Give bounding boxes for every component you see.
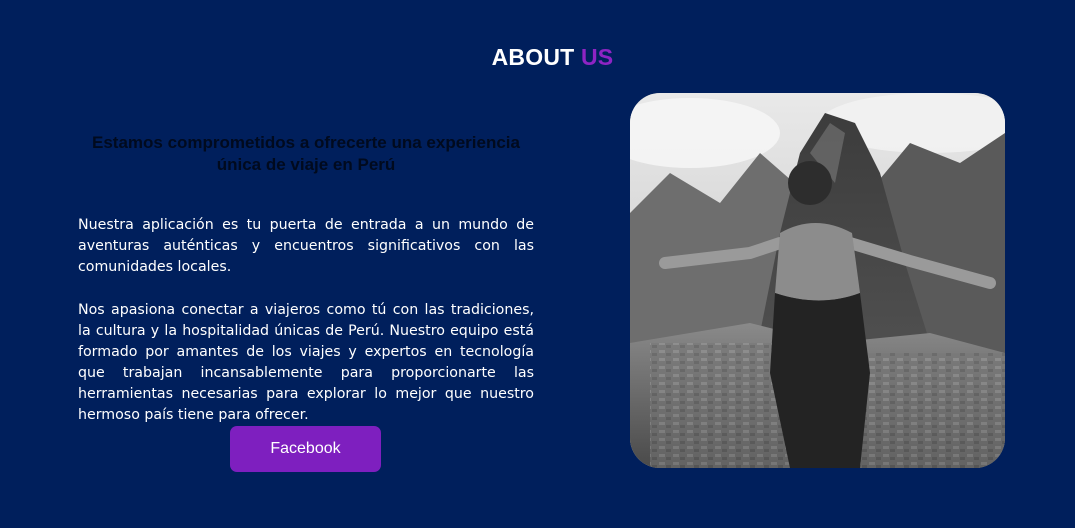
about-paragraph-2: Nos apasiona conectar a viajeros como tú… xyxy=(78,302,534,423)
section-title-accent: US xyxy=(581,44,614,70)
about-subtitle: Estamos comprometidos a ofrecerte una ex… xyxy=(92,133,520,174)
section-title-main: ABOUT xyxy=(491,44,575,70)
section-title: ABOUT US xyxy=(0,44,1075,71)
about-paragraph-1: Nuestra aplicación es tu puerta de entra… xyxy=(78,217,534,275)
machu-picchu-photo xyxy=(630,93,1005,468)
facebook-button[interactable]: Facebook xyxy=(230,426,381,472)
